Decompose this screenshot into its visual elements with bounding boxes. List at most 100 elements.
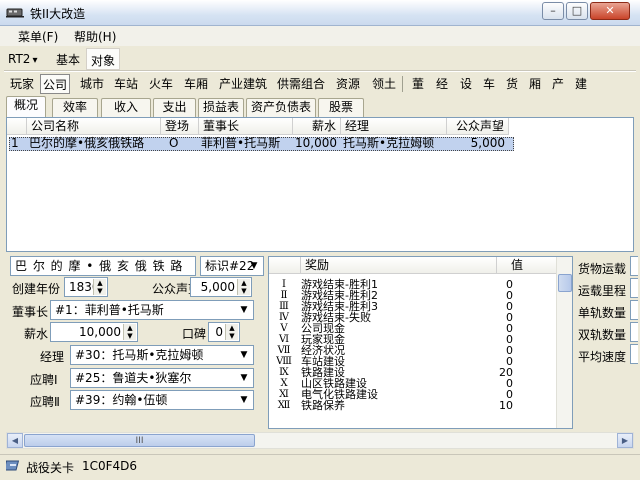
- spinner-arrows-icon[interactable]: ▲ ▼: [237, 279, 250, 295]
- word-of-mouth-label: 口碑: [182, 327, 207, 341]
- row-company-name: 巴尔的摩•俄亥俄铁路: [29, 136, 145, 150]
- nav-short-board[interactable]: 董: [410, 74, 426, 94]
- spinner-arrows-icon[interactable]: ▲ ▼: [225, 324, 238, 340]
- nav-short-manager[interactable]: 经: [434, 74, 450, 94]
- maximize-button[interactable]: □: [566, 2, 588, 20]
- award-number: Ⅵ: [278, 334, 290, 345]
- column-header-chairman[interactable]: 董事长: [199, 118, 293, 135]
- tab-stock[interactable]: 股票: [318, 98, 364, 117]
- spinner-arrows-icon[interactable]: ▲ ▼: [123, 324, 136, 340]
- close-button[interactable]: ✕: [590, 2, 630, 20]
- hire1-select[interactable]: #25：鲁道夫•狄塞尔 ▼: [70, 368, 254, 388]
- object-button[interactable]: 对象: [86, 48, 121, 70]
- column-header-manager[interactable]: 经理: [341, 118, 447, 135]
- single-track-field[interactable]: [630, 300, 638, 320]
- award-number: Ⅱ: [280, 290, 288, 301]
- nav-supply-demand[interactable]: 供需组合: [275, 74, 327, 94]
- tab-balance-sheet[interactable]: 资产负债表: [246, 98, 316, 117]
- nav-short-industry[interactable]: 产: [550, 74, 566, 94]
- hire2-select[interactable]: #39：约翰•伍顿 ▼: [70, 390, 254, 410]
- cargo-carried-field[interactable]: [630, 256, 638, 276]
- column-header-debut[interactable]: 登场: [161, 118, 199, 135]
- nav-short-train[interactable]: 车: [481, 74, 497, 94]
- chairman-select[interactable]: #1：菲利普•托马斯 ▼: [50, 300, 254, 320]
- column-header-name[interactable]: 公司名称: [27, 118, 161, 135]
- chevron-down-icon: ▼: [250, 261, 258, 271]
- status-code: 1C0F4D6: [82, 459, 138, 473]
- logo-select[interactable]: 标识#22 ▼: [200, 256, 264, 276]
- word-of-mouth-spinner[interactable]: 0 ▲ ▼: [208, 322, 240, 342]
- single-track-label: 单轨数量: [578, 306, 627, 320]
- hire2-select-value: #39：约翰•伍顿: [75, 393, 168, 407]
- founded-year-spinner[interactable]: 1830 ▲ ▼: [64, 277, 108, 297]
- reputation-spinner[interactable]: 5,000 ▲ ▼: [190, 277, 252, 297]
- tab-income[interactable]: 收入: [101, 98, 151, 117]
- nav-short-build[interactable]: 设: [458, 74, 474, 94]
- column-header-reputation[interactable]: 公众声望: [447, 118, 509, 135]
- nav-short-car[interactable]: 厢: [527, 74, 543, 94]
- basic-button[interactable]: 基本: [52, 48, 84, 70]
- manager-select[interactable]: #30：托马斯•克拉姆顿 ▼: [70, 345, 254, 365]
- grip-icon: III: [135, 436, 144, 446]
- rt2-selector[interactable]: RT2 ▾: [8, 52, 37, 66]
- average-speed-field[interactable]: [630, 344, 638, 364]
- word-of-mouth-value: 0: [215, 325, 223, 339]
- award-number: Ⅻ: [277, 400, 291, 411]
- nav-city[interactable]: 城市: [78, 74, 106, 94]
- nav-station[interactable]: 车站: [112, 74, 140, 94]
- menu-file[interactable]: 菜单(F): [18, 28, 58, 45]
- tab-overview[interactable]: 概况: [6, 96, 46, 118]
- nav-short-build2[interactable]: 建: [573, 74, 589, 94]
- nav-territory[interactable]: 领土: [370, 74, 398, 94]
- company-name-field[interactable]: 巴 尔 的 摩 • 俄 亥 俄 铁 路: [10, 256, 196, 276]
- tab-efficiency[interactable]: 效率: [52, 98, 98, 117]
- rt2-label: RT2: [8, 52, 31, 66]
- chevron-down-icon: ▼: [240, 305, 248, 315]
- scroll-thumb[interactable]: [558, 274, 572, 292]
- nav-company[interactable]: 公司: [40, 74, 71, 94]
- list-item[interactable]: Ⅻ 铁路保养 10: [269, 400, 559, 411]
- column-header-salary[interactable]: 薪水: [293, 118, 341, 135]
- salary-label: 薪水: [24, 327, 49, 341]
- nav-train[interactable]: 火车: [147, 74, 175, 94]
- scroll-left-icon[interactable]: ◀: [7, 433, 23, 448]
- nav-car[interactable]: 车厢: [182, 74, 210, 94]
- spinner-arrows-icon[interactable]: ▲ ▼: [93, 279, 106, 295]
- award-number: Ⅴ: [280, 323, 288, 334]
- award-number: Ⅸ: [279, 367, 289, 378]
- row-debut: O: [169, 136, 179, 150]
- award-number: Ⅲ: [279, 301, 289, 312]
- awards-vertical-scrollbar[interactable]: [556, 257, 572, 428]
- company-list[interactable]: 公司名称 登场 董事长 薪水 经理 公众声望 1 巴尔的摩•俄亥俄铁路 O 菲利…: [6, 117, 634, 252]
- nav-industry[interactable]: 产业建筑: [217, 74, 269, 94]
- salary-value: 10,000: [79, 325, 121, 339]
- double-track-field[interactable]: [630, 322, 638, 342]
- award-number: Ⅹ: [280, 378, 288, 389]
- nav-player[interactable]: 玩家: [8, 74, 36, 94]
- scroll-thumb[interactable]: III: [24, 434, 255, 447]
- hire1-select-value: #25：鲁道夫•狄塞尔: [75, 371, 192, 385]
- horizontal-scrollbar[interactable]: ◀ III ▶: [6, 432, 634, 449]
- award-number: Ⅰ: [282, 279, 286, 290]
- tab-expense[interactable]: 支出: [153, 98, 196, 117]
- tab-profit-loss[interactable]: 损益表: [198, 98, 244, 117]
- title-bar: 铁II大改造 – □ ✕: [0, 0, 640, 26]
- scroll-right-icon[interactable]: ▶: [617, 433, 633, 448]
- manager-select-value: #30：托马斯•克拉姆顿: [75, 348, 204, 362]
- row-reputation: 5,000: [470, 136, 505, 150]
- chevron-down-icon: ▼: [240, 373, 248, 383]
- nav-resource[interactable]: 资源: [334, 74, 362, 94]
- salary-spinner[interactable]: 10,000 ▲ ▼: [50, 322, 138, 342]
- status-text: 战役关卡: [26, 461, 75, 475]
- menu-help[interactable]: 帮助(H): [74, 28, 116, 45]
- awards-header-number: [269, 257, 301, 274]
- manager-label: 经理: [40, 350, 65, 364]
- column-header-index[interactable]: [7, 118, 27, 135]
- nav-short-cargo[interactable]: 货: [504, 74, 520, 94]
- award-number: Ⅺ: [279, 389, 289, 400]
- awards-list[interactable]: 奖励 值 Ⅰ 游戏结束-胜利1 0 Ⅱ 游戏结束-胜利2 0 Ⅲ 游戏结束-胜利3 0 Ⅳ游…: [268, 256, 573, 429]
- award-name: 铁路保养: [301, 399, 345, 412]
- award-number: Ⅶ: [277, 345, 291, 356]
- carry-distance-field[interactable]: [630, 278, 638, 298]
- minimize-button[interactable]: –: [542, 2, 564, 20]
